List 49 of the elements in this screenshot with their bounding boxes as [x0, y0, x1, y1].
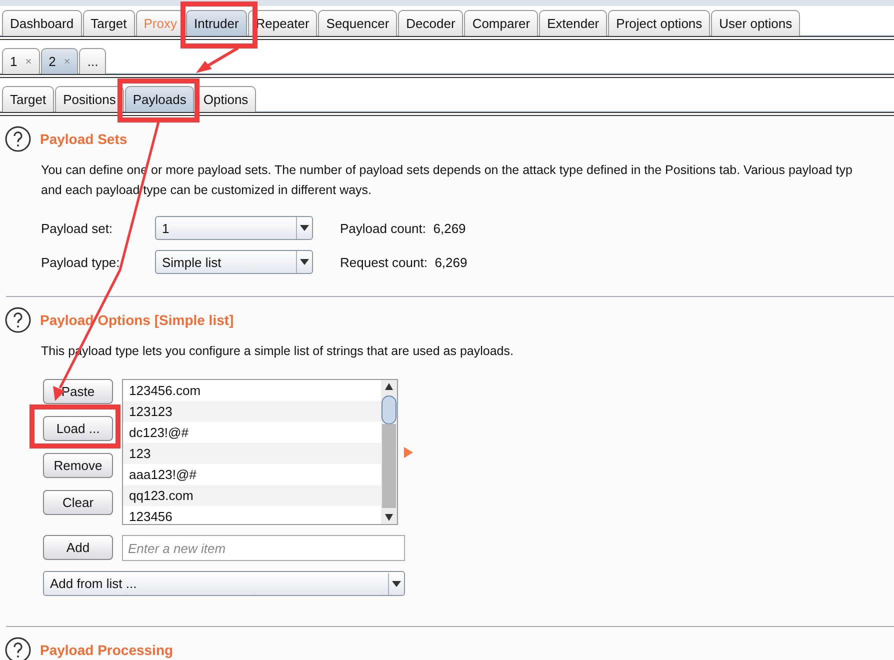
field-label: Payload set:: [41, 220, 114, 236]
add-button[interactable]: Add: [43, 535, 113, 560]
tab[interactable]: 1 ×: [2, 48, 40, 74]
caret-icon: [300, 225, 309, 231]
tab[interactable]: Target: [2, 86, 54, 112]
help-icon[interactable]: [5, 637, 31, 660]
caret-icon: [392, 580, 401, 586]
dropdown[interactable]: Add from list ...: [43, 571, 405, 596]
tab[interactable]: 2 ×: [40, 48, 78, 74]
list-button[interactable]: Load ...: [43, 416, 113, 441]
list-item[interactable]: dc123!@#: [123, 422, 381, 443]
tab[interactable]: User options: [711, 10, 800, 36]
list-item[interactable]: 123456: [123, 506, 381, 527]
tab[interactable]: Dashboard: [2, 10, 82, 36]
scrollbar[interactable]: [381, 380, 397, 524]
tab[interactable]: Comparer: [464, 10, 538, 36]
help-icon[interactable]: [5, 307, 31, 333]
annotation-arrow: [196, 46, 239, 73]
caret-icon: [300, 259, 309, 265]
tab[interactable]: Payloads: [124, 86, 194, 112]
tab[interactable]: Extender: [539, 10, 608, 36]
list-item[interactable]: 123456.com: [123, 380, 381, 401]
description-line: and each payload type can be customized in different ways.: [41, 182, 373, 199]
tab[interactable]: Repeater: [248, 10, 318, 36]
expand-arrow-icon[interactable]: [404, 446, 413, 458]
tab[interactable]: Target: [82, 10, 135, 36]
count-text: Request count: 6,269: [340, 254, 468, 270]
dropdown[interactable]: Simple list: [155, 250, 313, 274]
field-label: Payload type:: [41, 254, 121, 270]
tab[interactable]: Sequencer: [318, 10, 398, 36]
list-item[interactable]: 123123: [123, 401, 381, 422]
list-item[interactable]: 123: [123, 443, 381, 464]
list-item[interactable]: qq123.com: [123, 485, 381, 506]
section-title: Payload Sets: [40, 131, 128, 147]
tab[interactable]: Decoder: [398, 10, 464, 36]
input-field[interactable]: Enter a new item: [122, 535, 405, 561]
section-title: Payload Processing: [40, 642, 174, 658]
tab[interactable]: ...: [79, 48, 106, 74]
list-button[interactable]: Remove: [43, 453, 113, 478]
list-button[interactable]: Paste: [43, 379, 113, 404]
tab[interactable]: Positions: [55, 86, 124, 112]
count-text: Payload count: 6,269: [340, 220, 467, 236]
help-icon[interactable]: [5, 126, 31, 152]
tab[interactable]: Project options: [608, 10, 710, 36]
list-item[interactable]: aaa123!@#: [123, 464, 381, 485]
section-title: Payload Options [Simple list]: [40, 312, 234, 328]
tab[interactable]: Intruder: [186, 10, 247, 36]
dropdown[interactable]: 1: [155, 216, 313, 240]
list-button[interactable]: Clear: [43, 490, 113, 515]
